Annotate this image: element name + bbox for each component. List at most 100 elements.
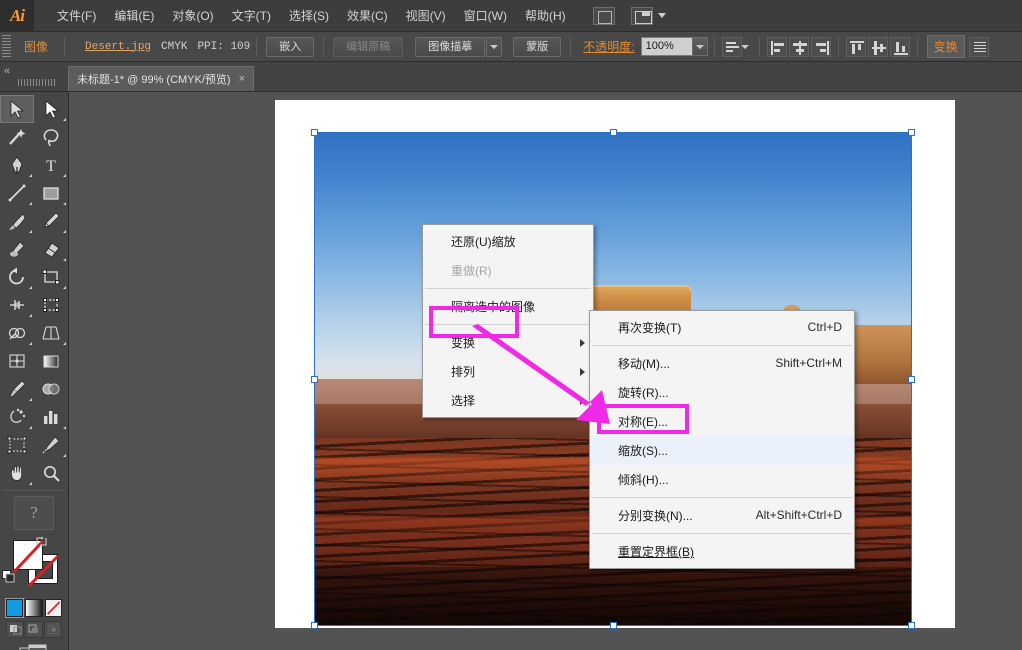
sub-transform-again[interactable]: 再次变换(T) Ctrl+D (590, 313, 854, 342)
arrange-documents-icon[interactable] (627, 6, 666, 25)
sub-reset-bounding-box[interactable]: 重置定界框(B) (590, 537, 854, 566)
toolbar-grip[interactable] (18, 79, 56, 86)
width-tool[interactable] (0, 291, 34, 319)
document-tab[interactable]: 未标题-1* @ 99% (CMYK/预览) × (68, 66, 255, 91)
artboard-tool[interactable] (0, 431, 34, 459)
menu-item-label: 旋转(R)... (618, 386, 669, 400)
align-bottom-icon[interactable] (889, 36, 910, 57)
eyedropper-tool[interactable] (0, 375, 34, 403)
align-top-icon[interactable] (845, 36, 866, 57)
tool-flyout-indicator (29, 482, 32, 485)
align-center-vertical-icon[interactable] (867, 36, 888, 57)
menu-item-label: 变换 (451, 336, 476, 350)
slice-tool[interactable] (34, 431, 68, 459)
swap-fill-stroke-icon[interactable] (36, 536, 47, 547)
hand-tool[interactable] (0, 459, 34, 487)
context-menu[interactable]: 还原(U)缩放重做(R) 隔离选中的图像变换排列 选择 (422, 224, 594, 418)
mask-button[interactable]: 蒙版 (513, 36, 562, 57)
sub-move[interactable]: 移动(M)... Shift+Ctrl+M (590, 349, 854, 378)
menu-view[interactable]: 视图(V) (397, 0, 455, 32)
draw-inside-button[interactable] (44, 621, 62, 638)
menu-file[interactable]: 文件(F) (48, 0, 105, 32)
magic-wand-tool[interactable] (0, 123, 34, 151)
color-swatch-button[interactable] (6, 599, 24, 617)
collapse-panel-icon[interactable]: « (4, 65, 10, 77)
align-right-icon[interactable] (810, 36, 831, 57)
fill-stroke-controls (0, 534, 68, 596)
none-swatch-button[interactable] (44, 599, 62, 617)
menu-type[interactable]: 文字(T) (223, 0, 280, 32)
blob-brush-tool[interactable] (0, 235, 34, 263)
linked-file-link[interactable]: Desert.jpg (85, 41, 151, 53)
close-icon[interactable]: × (239, 73, 245, 85)
menu-separator (425, 288, 591, 289)
gradient-swatch-button[interactable] (25, 599, 43, 617)
ctx-redo: 重做(R) (423, 256, 593, 285)
sub-scale[interactable]: 缩放(S)... (590, 436, 854, 465)
selection-tool[interactable] (0, 95, 34, 123)
align-left-icon[interactable] (766, 36, 787, 57)
mesh-tool[interactable] (0, 347, 34, 375)
pen-tool[interactable] (0, 151, 34, 179)
align-center-horizontal-icon[interactable] (788, 36, 809, 57)
draw-behind-button[interactable] (25, 621, 43, 638)
perspective-grid-tool[interactable] (34, 319, 68, 347)
transform-submenu[interactable]: 再次变换(T) Ctrl+D 移动(M)... Shift+Ctrl+M 旋转(R)..… (589, 310, 855, 569)
align-options-icon[interactable] (721, 36, 742, 57)
scale-tool[interactable] (34, 263, 68, 291)
opacity-input[interactable]: 100% (640, 37, 693, 56)
edit-original-button[interactable]: 编辑原稿 (333, 36, 404, 57)
document-tab-label: 未标题-1* @ 99% (CMYK/预览) (77, 74, 231, 86)
menu-effect[interactable]: 效果(C) (338, 0, 397, 32)
sub-rotate[interactable]: 旋转(R)... (590, 378, 854, 407)
gradient-tool[interactable] (34, 347, 68, 375)
eraser-tool[interactable] (34, 235, 68, 263)
change-screen-mode-button[interactable] (0, 638, 68, 650)
type-tool[interactable]: T (34, 151, 68, 179)
image-trace-button[interactable]: 图像描摹 (415, 36, 486, 57)
tool-flyout-indicator (63, 202, 66, 205)
ctx-arrange[interactable]: 排列 (423, 357, 593, 386)
draw-normal-button[interactable] (6, 621, 24, 638)
embed-button[interactable]: 嵌入 (266, 36, 315, 57)
ctx-isolate-selected-image[interactable]: 隔离选中的图像 (423, 292, 593, 321)
control-bar-grip[interactable] (2, 34, 11, 59)
svg-text:T: T (46, 158, 56, 175)
bridge-icon[interactable] (592, 6, 615, 25)
menu-select[interactable]: 选择(S) (280, 0, 338, 32)
menu-item-label: 还原(U)缩放 (451, 235, 516, 249)
menu-edit[interactable]: 编辑(E) (105, 0, 163, 32)
line-segment-tool[interactable] (0, 179, 34, 207)
transform-panel-button[interactable]: 变换 (926, 35, 965, 58)
free-transform-tool[interactable] (34, 291, 68, 319)
opacity-label[interactable]: 不透明度: (583, 38, 634, 55)
ctx-select[interactable]: 选择 (423, 386, 593, 415)
symbol-sprayer-tool[interactable] (0, 403, 34, 431)
sub-shear[interactable]: 倾斜(H)... (590, 465, 854, 494)
ctx-undo-scale[interactable]: 还原(U)缩放 (423, 227, 593, 256)
zoom-tool[interactable] (34, 459, 68, 487)
rotate-tool[interactable] (0, 263, 34, 291)
opacity-dropdown[interactable] (691, 37, 708, 56)
tool-flyout-indicator (29, 286, 32, 289)
panel-overflow-icon[interactable] (968, 36, 989, 57)
menu-help[interactable]: 帮助(H) (516, 0, 575, 32)
lasso-tool[interactable] (34, 123, 68, 151)
paintbrush-tool[interactable] (0, 207, 34, 235)
blend-tool[interactable] (34, 375, 68, 403)
default-fill-stroke-icon[interactable] (2, 570, 15, 583)
submenu-arrow-icon (580, 396, 585, 405)
menu-window[interactable]: 窗口(W) (455, 0, 516, 32)
rectangle-tool[interactable] (34, 179, 68, 207)
shape-builder-tool[interactable] (0, 319, 34, 347)
help-tool[interactable]: ? (14, 496, 54, 530)
column-graph-tool[interactable] (34, 403, 68, 431)
ctx-transform[interactable]: 变换 (423, 328, 593, 357)
tool-flyout-indicator (63, 426, 66, 429)
sub-reflect[interactable]: 对称(E)... (590, 407, 854, 436)
pencil-tool[interactable] (34, 207, 68, 235)
image-trace-presets-dropdown[interactable] (486, 36, 503, 57)
direct-selection-tool[interactable] (34, 95, 68, 123)
menu-object[interactable]: 对象(O) (163, 0, 222, 32)
sub-transform-each[interactable]: 分别变换(N)... Alt+Shift+Ctrl+D (590, 501, 854, 530)
